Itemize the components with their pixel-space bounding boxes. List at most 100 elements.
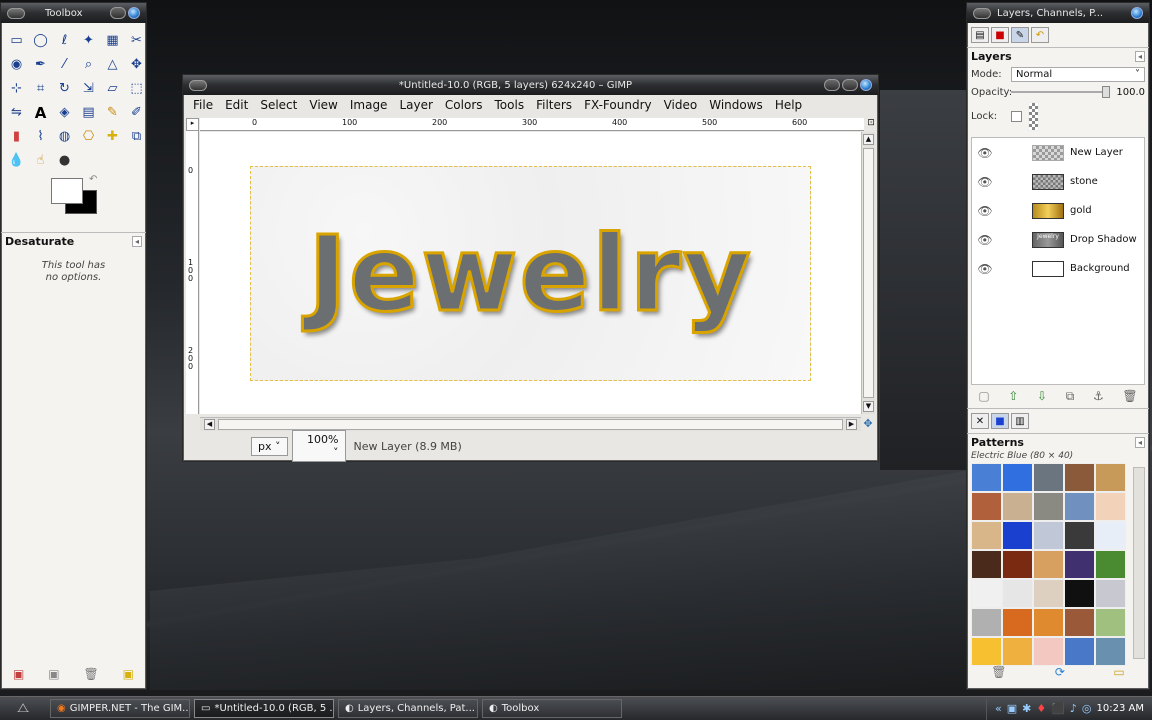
blur-icon[interactable]: 💧 [5, 149, 28, 172]
menu-select[interactable]: Select [254, 98, 303, 112]
perspective-clone-icon[interactable]: ⧉ [125, 125, 148, 148]
image-canvas[interactable]: Jewelry [250, 166, 811, 381]
layer-name[interactable]: stone [1070, 176, 1098, 187]
flip-icon[interactable]: ⇋ [5, 101, 28, 124]
layer-row[interactable]: 👁 stone [972, 167, 1144, 196]
pattern-swatch[interactable] [1002, 463, 1033, 492]
task-toolbox[interactable]: ◐ Toolbox [482, 699, 622, 718]
scroll-right-icon[interactable]: ▶ [846, 419, 857, 430]
pattern-swatch[interactable] [971, 579, 1002, 608]
align-icon[interactable]: ⊹ [5, 77, 28, 100]
menu-tools[interactable]: Tools [489, 98, 531, 112]
tab-menu-icon[interactable]: ◂ [131, 236, 142, 247]
airbrush-icon[interactable]: ⌇ [29, 125, 52, 148]
fuzzy-select-icon[interactable]: ✦ [77, 29, 100, 52]
security-icon[interactable]: ◎ [1082, 702, 1092, 715]
paths-icon[interactable]: ✒ [29, 53, 52, 76]
tray-arrow-icon[interactable]: « [995, 702, 1002, 715]
ati-icon[interactable]: ⬛ [1051, 702, 1065, 715]
navigate-icon[interactable]: ✥ [861, 417, 875, 431]
task-image-window[interactable]: ▭ *Untitled-10.0 (RGB, 5 ... [194, 699, 334, 718]
pattern-swatch[interactable] [1002, 637, 1033, 666]
image-window-titlebar[interactable]: *Untitled-10.0 (RGB, 5 layers) 624x240 –… [183, 75, 878, 95]
close-icon[interactable] [1131, 7, 1143, 19]
layer-name[interactable]: Drop Shadow [1070, 234, 1137, 245]
vertical-scrollbar[interactable]: ▲ ▼ [861, 132, 875, 414]
lock-alpha-checkbox[interactable] [1028, 102, 1039, 131]
opacity-slider-thumb[interactable] [1102, 86, 1111, 98]
minimize-icon[interactable] [110, 7, 126, 19]
pattern-swatch[interactable] [1095, 550, 1126, 579]
foreground-select-icon[interactable]: ◉ [5, 53, 28, 76]
raise-layer-icon[interactable]: ⇧ [1008, 389, 1018, 404]
bluetooth-icon[interactable]: ✱ [1022, 702, 1031, 715]
close-icon[interactable] [860, 79, 872, 91]
pattern-swatch[interactable] [1033, 550, 1064, 579]
minimize-icon[interactable] [824, 79, 840, 91]
layer-name[interactable]: Background [1070, 263, 1130, 274]
scissors-icon[interactable]: ✂ [125, 29, 148, 52]
tab-menu-icon[interactable]: ◂ [1134, 51, 1145, 62]
pattern-swatch[interactable] [1002, 492, 1033, 521]
unit-select[interactable]: px ˅ [251, 436, 288, 456]
menu-help[interactable]: Help [769, 98, 808, 112]
menu-filters[interactable]: Filters [530, 98, 578, 112]
select-by-color-icon[interactable]: ▦ [101, 29, 124, 52]
menu-fx-foundry[interactable]: FX-Foundry [578, 98, 658, 112]
rotate-icon[interactable]: ↻ [53, 77, 76, 100]
start-button[interactable]: ⧍ [0, 698, 46, 720]
text-icon[interactable]: A [29, 101, 52, 124]
pattern-swatch[interactable] [1095, 492, 1126, 521]
swap-colors-icon[interactable]: ↶ [89, 174, 97, 185]
pattern-swatch[interactable] [971, 608, 1002, 637]
lock-pixels-checkbox[interactable] [1011, 111, 1022, 122]
vertical-ruler[interactable]: 0 1 0 0 2 0 0 [186, 131, 199, 414]
restore-options-icon[interactable]: ▣ [48, 667, 59, 681]
window-menu-icon[interactable] [189, 79, 207, 91]
menu-colors[interactable]: Colors [439, 98, 489, 112]
dodge-icon[interactable]: ● [53, 149, 76, 172]
color-picker-icon[interactable]: ⁄ [53, 53, 76, 76]
delete-pattern-icon[interactable]: 🗑 [991, 665, 1006, 679]
menu-edit[interactable]: Edit [219, 98, 254, 112]
free-select-icon[interactable]: ℓ [53, 29, 76, 52]
measure-icon[interactable]: △ [101, 53, 124, 76]
horizontal-ruler[interactable]: 0 100 200 300 400 500 600 [200, 118, 864, 131]
pattern-swatch[interactable] [971, 550, 1002, 579]
eraser-icon[interactable]: ▮ [5, 125, 28, 148]
refresh-patterns-icon[interactable]: ⟳ [1055, 665, 1065, 679]
crop-icon[interactable]: ⌗ [29, 77, 52, 100]
menu-video[interactable]: Video [658, 98, 704, 112]
clock[interactable]: 10:23 AM [1097, 703, 1144, 714]
tab-layers-icon[interactable]: ▤ [971, 27, 989, 43]
save-options-icon[interactable]: ▣ [13, 667, 24, 681]
pattern-swatch[interactable] [971, 521, 1002, 550]
volume-icon[interactable]: ♪ [1070, 702, 1077, 715]
pattern-swatch[interactable] [1095, 608, 1126, 637]
eye-icon[interactable]: 👁 [972, 204, 998, 218]
zoom-icon[interactable]: ⌕ [77, 53, 100, 76]
open-pattern-folder-icon[interactable]: ▭ [1113, 665, 1124, 679]
menu-layer[interactable]: Layer [393, 98, 438, 112]
new-layer-icon[interactable]: ▢ [978, 389, 989, 404]
quick-mask-corner-icon[interactable]: ▸ [186, 118, 199, 131]
scroll-left-icon[interactable]: ◀ [204, 419, 215, 430]
window-menu-icon[interactable] [973, 7, 991, 19]
delete-options-icon[interactable]: 🗑 [83, 667, 98, 681]
zoom-select[interactable]: 100% ˅ [291, 430, 346, 462]
layer-row[interactable]: 👁 Jewelry Drop Shadow [972, 225, 1144, 254]
layers-window-titlebar[interactable]: Layers, Channels, P... [967, 3, 1149, 23]
pattern-swatch[interactable] [1033, 579, 1064, 608]
pattern-swatch[interactable] [1033, 608, 1064, 637]
layer-row[interactable]: 👁 Background [972, 254, 1144, 283]
tab-channels-icon[interactable]: ■ [991, 27, 1009, 43]
tab-menu-icon[interactable]: ◂ [1134, 437, 1145, 448]
canvas-area[interactable]: Jewelry [200, 132, 861, 414]
heal-icon[interactable]: ✚ [101, 125, 124, 148]
shear-icon[interactable]: ▱ [101, 77, 124, 100]
pattern-swatch[interactable] [1064, 637, 1095, 666]
blend-icon[interactable]: ▤ [77, 101, 100, 124]
horizontal-scrollbar[interactable]: ◀ ▶ [200, 417, 861, 431]
perspective-icon[interactable]: ⬚ [125, 77, 148, 100]
pattern-swatch[interactable] [971, 463, 1002, 492]
